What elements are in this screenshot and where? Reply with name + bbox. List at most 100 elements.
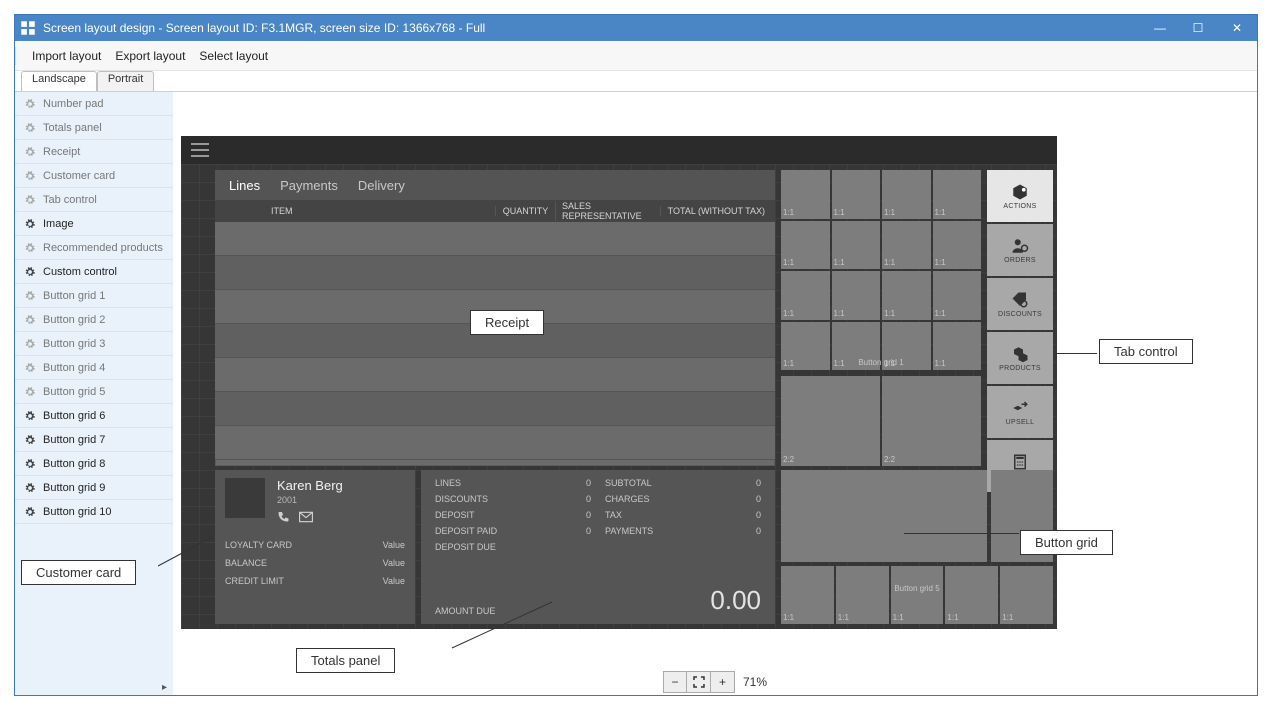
receipt-tab-payments[interactable]: Payments xyxy=(280,178,338,193)
menu-export[interactable]: Export layout xyxy=(115,49,185,63)
callout-customer: Customer card xyxy=(21,560,136,585)
grid-cell[interactable]: 2:2 xyxy=(781,376,880,466)
grid-cell[interactable]: 1:1 xyxy=(933,271,982,320)
gear-icon xyxy=(25,435,35,445)
pos-layout[interactable]: Lines Payments Delivery ITEM QUANTITY SA… xyxy=(181,136,1057,629)
receipt-tab-delivery[interactable]: Delivery xyxy=(358,178,405,193)
person-icon xyxy=(1009,237,1031,255)
tab-landscape[interactable]: Landscape xyxy=(21,71,97,91)
grid-cell[interactable]: 1:1 xyxy=(882,221,931,270)
sidebar-item[interactable]: Button grid 2 xyxy=(15,308,173,332)
button-grid-large[interactable] xyxy=(781,470,987,562)
gear-icon xyxy=(25,195,35,205)
grid-cell[interactable]: 1:1 xyxy=(832,221,881,270)
grid-cell[interactable]: 1:1 xyxy=(891,566,944,624)
totals-discounts-val: 0 xyxy=(571,494,591,504)
sidebar-item[interactable]: Image xyxy=(15,212,173,236)
tab-portrait[interactable]: Portrait xyxy=(97,71,154,91)
sidebar-item[interactable]: Button grid 7 xyxy=(15,428,173,452)
button-grid-1[interactable]: 1:11:11:11:11:11:11:11:11:11:11:11:11:11… xyxy=(781,170,981,370)
button-grid-mid[interactable]: 2:2 2:2 xyxy=(781,376,981,466)
totals-deposit-label: DEPOSIT xyxy=(435,510,557,520)
sidebar-item-label: Button grid 5 xyxy=(43,386,105,398)
hamburger-icon[interactable] xyxy=(191,143,209,157)
receipt-row[interactable] xyxy=(215,392,775,426)
sidebar-item-label: Button grid 8 xyxy=(43,458,105,470)
tab-upsell[interactable]: UPSELL xyxy=(987,386,1053,438)
sidebar-item[interactable]: Button grid 4 xyxy=(15,356,173,380)
totals-depositdue-label: DEPOSIT DUE xyxy=(435,542,557,552)
grid-cell[interactable]: 1:1 xyxy=(781,170,830,219)
sidebar-item[interactable]: Button grid 8 xyxy=(15,452,173,476)
gear-icon xyxy=(25,459,35,469)
sidebar-item[interactable]: Number pad xyxy=(15,92,173,116)
menu-select[interactable]: Select layout xyxy=(199,49,268,63)
grid-cell[interactable]: 1:1 xyxy=(945,566,998,624)
maximize-button[interactable]: ☐ xyxy=(1179,15,1217,41)
receipt-rows xyxy=(215,222,775,460)
grid-cell[interactable]: 1:1 xyxy=(933,170,982,219)
zoom-fit-button[interactable] xyxy=(687,671,711,693)
receipt-row[interactable] xyxy=(215,222,775,256)
callout-line xyxy=(904,533,1019,534)
grid-cell[interactable]: 1:1 xyxy=(781,221,830,270)
sidebar-item[interactable]: Customer card xyxy=(15,164,173,188)
sidebar-item[interactable]: Button grid 6 xyxy=(15,404,173,428)
sidebar-item-label: Button grid 10 xyxy=(43,506,112,518)
receipt-row[interactable] xyxy=(215,358,775,392)
sidebar-item[interactable]: Button grid 5 xyxy=(15,380,173,404)
sidebar-item[interactable]: Button grid 1 xyxy=(15,284,173,308)
button-grid-5[interactable]: 1:11:11:11:11:1 xyxy=(781,566,1053,624)
grid-cell[interactable]: 1:1 xyxy=(836,566,889,624)
sidebar-item[interactable]: Custom control xyxy=(15,260,173,284)
grid-cell[interactable]: 1:1 xyxy=(882,271,931,320)
mail-icon[interactable] xyxy=(299,511,313,526)
grid-cell[interactable]: 1:1 xyxy=(832,170,881,219)
window-title: Screen layout design - Screen layout ID:… xyxy=(43,21,1141,35)
sidebar-item-label: Number pad xyxy=(43,98,104,110)
close-button[interactable]: ✕ xyxy=(1217,15,1257,41)
gear-icon xyxy=(25,339,35,349)
receipt-row[interactable] xyxy=(215,256,775,290)
tab-actions[interactable]: ACTIONS xyxy=(987,170,1053,222)
credit-label: CREDIT LIMIT xyxy=(225,576,284,586)
grid-cell[interactable]: 1:1 xyxy=(781,271,830,320)
customer-card[interactable]: Karen Berg 2001 LOYALTY CARDValue xyxy=(215,470,415,624)
grid-cell[interactable]: 1:1 xyxy=(781,566,834,624)
titlebar[interactable]: Screen layout design - Screen layout ID:… xyxy=(15,15,1257,41)
sidebar-item-label: Button grid 9 xyxy=(43,482,105,494)
totals-depositpaid-label: DEPOSIT PAID xyxy=(435,526,557,536)
tab-control[interactable]: ACTIONS ORDERS DISCOUNTS PRODUCTS UPSELL… xyxy=(987,170,1053,492)
zoom-percent: 71% xyxy=(743,675,767,689)
zoom-out-button[interactable]: − xyxy=(663,671,687,693)
sidebar-item[interactable]: Button grid 3 xyxy=(15,332,173,356)
sidebar-collapse-icon[interactable]: ▸ xyxy=(156,680,173,695)
sidebar-item[interactable]: Tab control xyxy=(15,188,173,212)
tab-orders[interactable]: ORDERS xyxy=(987,224,1053,276)
credit-value: Value xyxy=(383,576,405,586)
sidebar-item[interactable]: Totals panel xyxy=(15,116,173,140)
minimize-button[interactable]: — xyxy=(1141,15,1179,41)
sidebar-item-label: Totals panel xyxy=(43,122,102,134)
grid-cell[interactable]: 2:2 xyxy=(882,376,981,466)
grid-cell[interactable]: 1:1 xyxy=(933,221,982,270)
zoom-in-button[interactable]: + xyxy=(711,671,735,693)
grid-cell[interactable]: 1:1 xyxy=(882,170,931,219)
design-canvas[interactable]: Lines Payments Delivery ITEM QUANTITY SA… xyxy=(177,96,1253,691)
gear-icon xyxy=(25,411,35,421)
grid-cell[interactable]: 1:1 xyxy=(832,271,881,320)
grid-cell[interactable]: 1:1 xyxy=(1000,566,1053,624)
boxes-icon xyxy=(1009,345,1031,363)
sidebar-item[interactable]: Button grid 10 xyxy=(15,500,173,524)
sidebar-item[interactable]: Button grid 9 xyxy=(15,476,173,500)
totals-depositpaid-val: 0 xyxy=(571,526,591,536)
tab-discounts[interactable]: DISCOUNTS xyxy=(987,278,1053,330)
tab-products[interactable]: PRODUCTS xyxy=(987,332,1053,384)
sidebar-item[interactable]: Recommended products xyxy=(15,236,173,260)
sidebar-item[interactable]: Receipt xyxy=(15,140,173,164)
receipt-tab-lines[interactable]: Lines xyxy=(229,178,260,193)
menu-import[interactable]: Import layout xyxy=(32,49,101,63)
phone-icon[interactable] xyxy=(277,511,289,526)
calculator-icon xyxy=(1009,453,1031,471)
receipt-row[interactable] xyxy=(215,426,775,460)
